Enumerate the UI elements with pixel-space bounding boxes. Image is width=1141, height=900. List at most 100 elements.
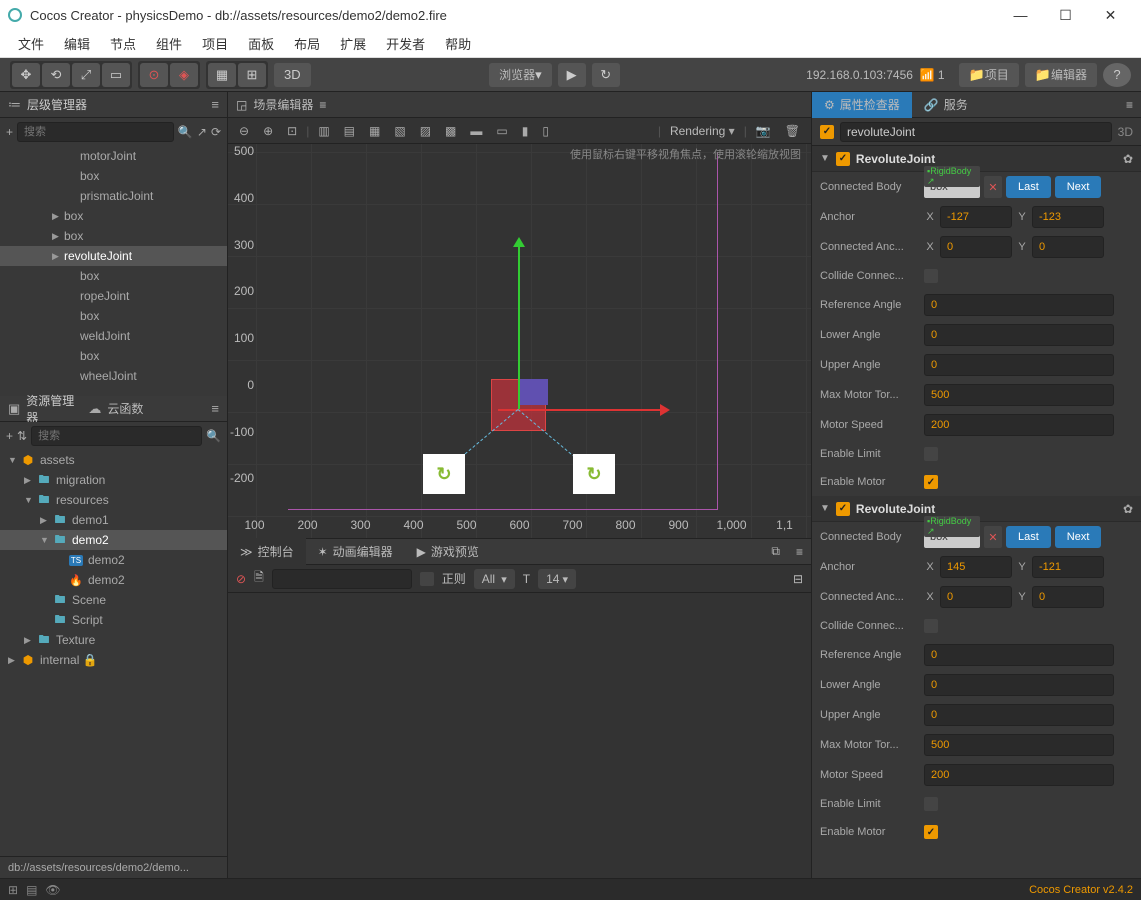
tab-console[interactable]: ≫控制台 (228, 538, 306, 565)
hierarchy-node[interactable]: prismaticJoint (0, 186, 227, 206)
asset-node[interactable]: ▶⬢internal 🔒 (0, 650, 227, 670)
clear-ref-button[interactable]: ✕ (984, 526, 1002, 548)
asset-node[interactable]: ▶🖿demo1 (0, 510, 227, 530)
lower-angle-input[interactable] (924, 324, 1114, 346)
hierarchy-node[interactable]: ropeJoint (0, 286, 227, 306)
tab-preview[interactable]: ▶游戏预览 (405, 538, 491, 565)
console-settings-icon[interactable]: ⊟ (793, 572, 803, 586)
menu-help[interactable]: 帮助 (435, 30, 481, 57)
anchor-x-input[interactable] (940, 556, 1012, 578)
conn-anchor-y-input[interactable] (1032, 586, 1104, 608)
joint-anchor-right[interactable]: ↻ (573, 454, 615, 494)
anchor-x-input[interactable] (940, 206, 1012, 228)
panel-menu-icon[interactable]: ≡ (788, 545, 811, 559)
menu-component[interactable]: 组件 (146, 30, 192, 57)
max-torque-input[interactable] (924, 734, 1114, 756)
align-icon[interactable]: ▯ (537, 121, 554, 141)
close-button[interactable]: ✕ (1088, 0, 1133, 30)
preview-browser-dropdown[interactable]: 浏览器 ▾ (489, 63, 552, 87)
align-icon[interactable]: ▭ (491, 121, 512, 141)
asset-node[interactable]: ▼⬢assets (0, 450, 227, 470)
last-button[interactable]: Last (1006, 526, 1051, 548)
scale-tool-icon[interactable]: ⤢ (72, 63, 100, 87)
joint-anchor-left[interactable]: ↻ (423, 454, 465, 494)
regex-checkbox[interactable] (420, 572, 434, 586)
hierarchy-node[interactable]: box (0, 346, 227, 366)
menu-project[interactable]: 项目 (192, 30, 238, 57)
mode-3d-button[interactable]: 3D (274, 63, 311, 87)
hierarchy-node[interactable]: ▶revoluteJoint (0, 246, 227, 266)
panel-menu-icon[interactable]: ≡ (211, 401, 219, 416)
zoom-fit-icon[interactable]: ⊡ (282, 121, 302, 141)
status-icon[interactable]: ▤ (26, 883, 37, 897)
menu-file[interactable]: 文件 (8, 30, 54, 57)
asset-node[interactable]: 🖿Scene (0, 590, 227, 610)
panel-menu-icon[interactable]: ≡ (1118, 98, 1141, 112)
anchor-y-input[interactable] (1032, 556, 1104, 578)
cloud-title[interactable]: 云函数 (107, 400, 143, 417)
collide-checkbox[interactable] (924, 269, 938, 283)
hierarchy-node[interactable]: ▶box (0, 206, 227, 226)
anchor-y-input[interactable] (1032, 206, 1104, 228)
connected-body-ref[interactable]: ▪RigidBody ↗box (924, 526, 980, 548)
popout-icon[interactable]: ⧉ (763, 544, 788, 559)
asset-node[interactable]: ▼🖿demo2 (0, 530, 227, 550)
menu-edit[interactable]: 编辑 (54, 30, 100, 57)
asset-node[interactable]: TSdemo2 (0, 550, 227, 570)
align-icon[interactable]: ▬ (465, 121, 487, 141)
rotate-tool-icon[interactable]: ⟲ (42, 63, 70, 87)
console-filter-input[interactable] (272, 569, 412, 589)
rendering-dropdown[interactable]: Rendering ▾ (665, 121, 740, 141)
conn-anchor-x-input[interactable] (940, 586, 1012, 608)
badge-3d[interactable]: 3D (1118, 125, 1133, 139)
hierarchy-node[interactable]: box (0, 166, 227, 186)
asset-node[interactable]: ▶🖿migration (0, 470, 227, 490)
move-tool-icon[interactable]: ✥ (12, 63, 40, 87)
tab-animation[interactable]: ✶动画编辑器 (306, 538, 405, 565)
node-name-input[interactable] (840, 122, 1112, 142)
pivot-tool-icon[interactable]: ◈ (170, 63, 198, 87)
asset-node[interactable]: ▼🖿resources (0, 490, 227, 510)
y-axis-gizmo[interactable] (518, 239, 520, 409)
gear-icon[interactable]: ✿ (1123, 502, 1133, 516)
panel-menu-icon[interactable]: ≡ (319, 98, 326, 112)
tab-service[interactable]: 🔗服务 (912, 92, 980, 118)
asset-node[interactable]: 🔥demo2 (0, 570, 227, 590)
enable-limit-checkbox[interactable] (924, 797, 938, 811)
assets-search-input[interactable] (31, 426, 202, 446)
hierarchy-node[interactable]: ▶box (0, 226, 227, 246)
hierarchy-node[interactable]: box (0, 306, 227, 326)
motor-speed-input[interactable] (924, 414, 1114, 436)
help-icon[interactable]: ? (1103, 63, 1131, 87)
menu-extension[interactable]: 扩展 (330, 30, 376, 57)
enable-motor-checkbox[interactable]: ✓ (924, 475, 938, 489)
upper-angle-input[interactable] (924, 354, 1114, 376)
component-active-checkbox[interactable]: ✓ (836, 152, 850, 166)
status-icon[interactable]: ⊞ (8, 883, 18, 897)
conn-anchor-x-input[interactable] (940, 236, 1012, 258)
last-button[interactable]: Last (1006, 176, 1051, 198)
enable-limit-checkbox[interactable] (924, 447, 938, 461)
align-icon[interactable]: ▤ (339, 121, 360, 141)
tab-inspector[interactable]: ⚙属性检查器 (812, 92, 912, 118)
motor-speed-input[interactable] (924, 764, 1114, 786)
zoom-in-icon[interactable]: ⊕ (258, 121, 278, 141)
refresh-button[interactable]: ↻ (592, 63, 620, 87)
lower-angle-input[interactable] (924, 674, 1114, 696)
hierarchy-search-input[interactable] (17, 122, 174, 142)
menu-node[interactable]: 节点 (100, 30, 146, 57)
ref-angle-input[interactable] (924, 644, 1114, 666)
next-button[interactable]: Next (1055, 176, 1102, 198)
menu-panel[interactable]: 面板 (238, 30, 284, 57)
max-torque-input[interactable] (924, 384, 1114, 406)
search-icon[interactable]: 🔍 (178, 125, 193, 139)
play-button[interactable]: ▶ (558, 63, 586, 87)
ref-angle-input[interactable] (924, 294, 1114, 316)
fontsize-dropdown[interactable]: 14 ▾ (538, 569, 576, 589)
level-dropdown[interactable]: All ▾ (474, 569, 515, 589)
node-active-checkbox[interactable]: ✓ (820, 125, 834, 139)
add-node-icon[interactable]: + (6, 125, 13, 139)
add-asset-icon[interactable]: + (6, 429, 13, 443)
align-icon[interactable]: ▨ (415, 121, 436, 141)
panel-menu-icon[interactable]: ≡ (211, 97, 219, 112)
